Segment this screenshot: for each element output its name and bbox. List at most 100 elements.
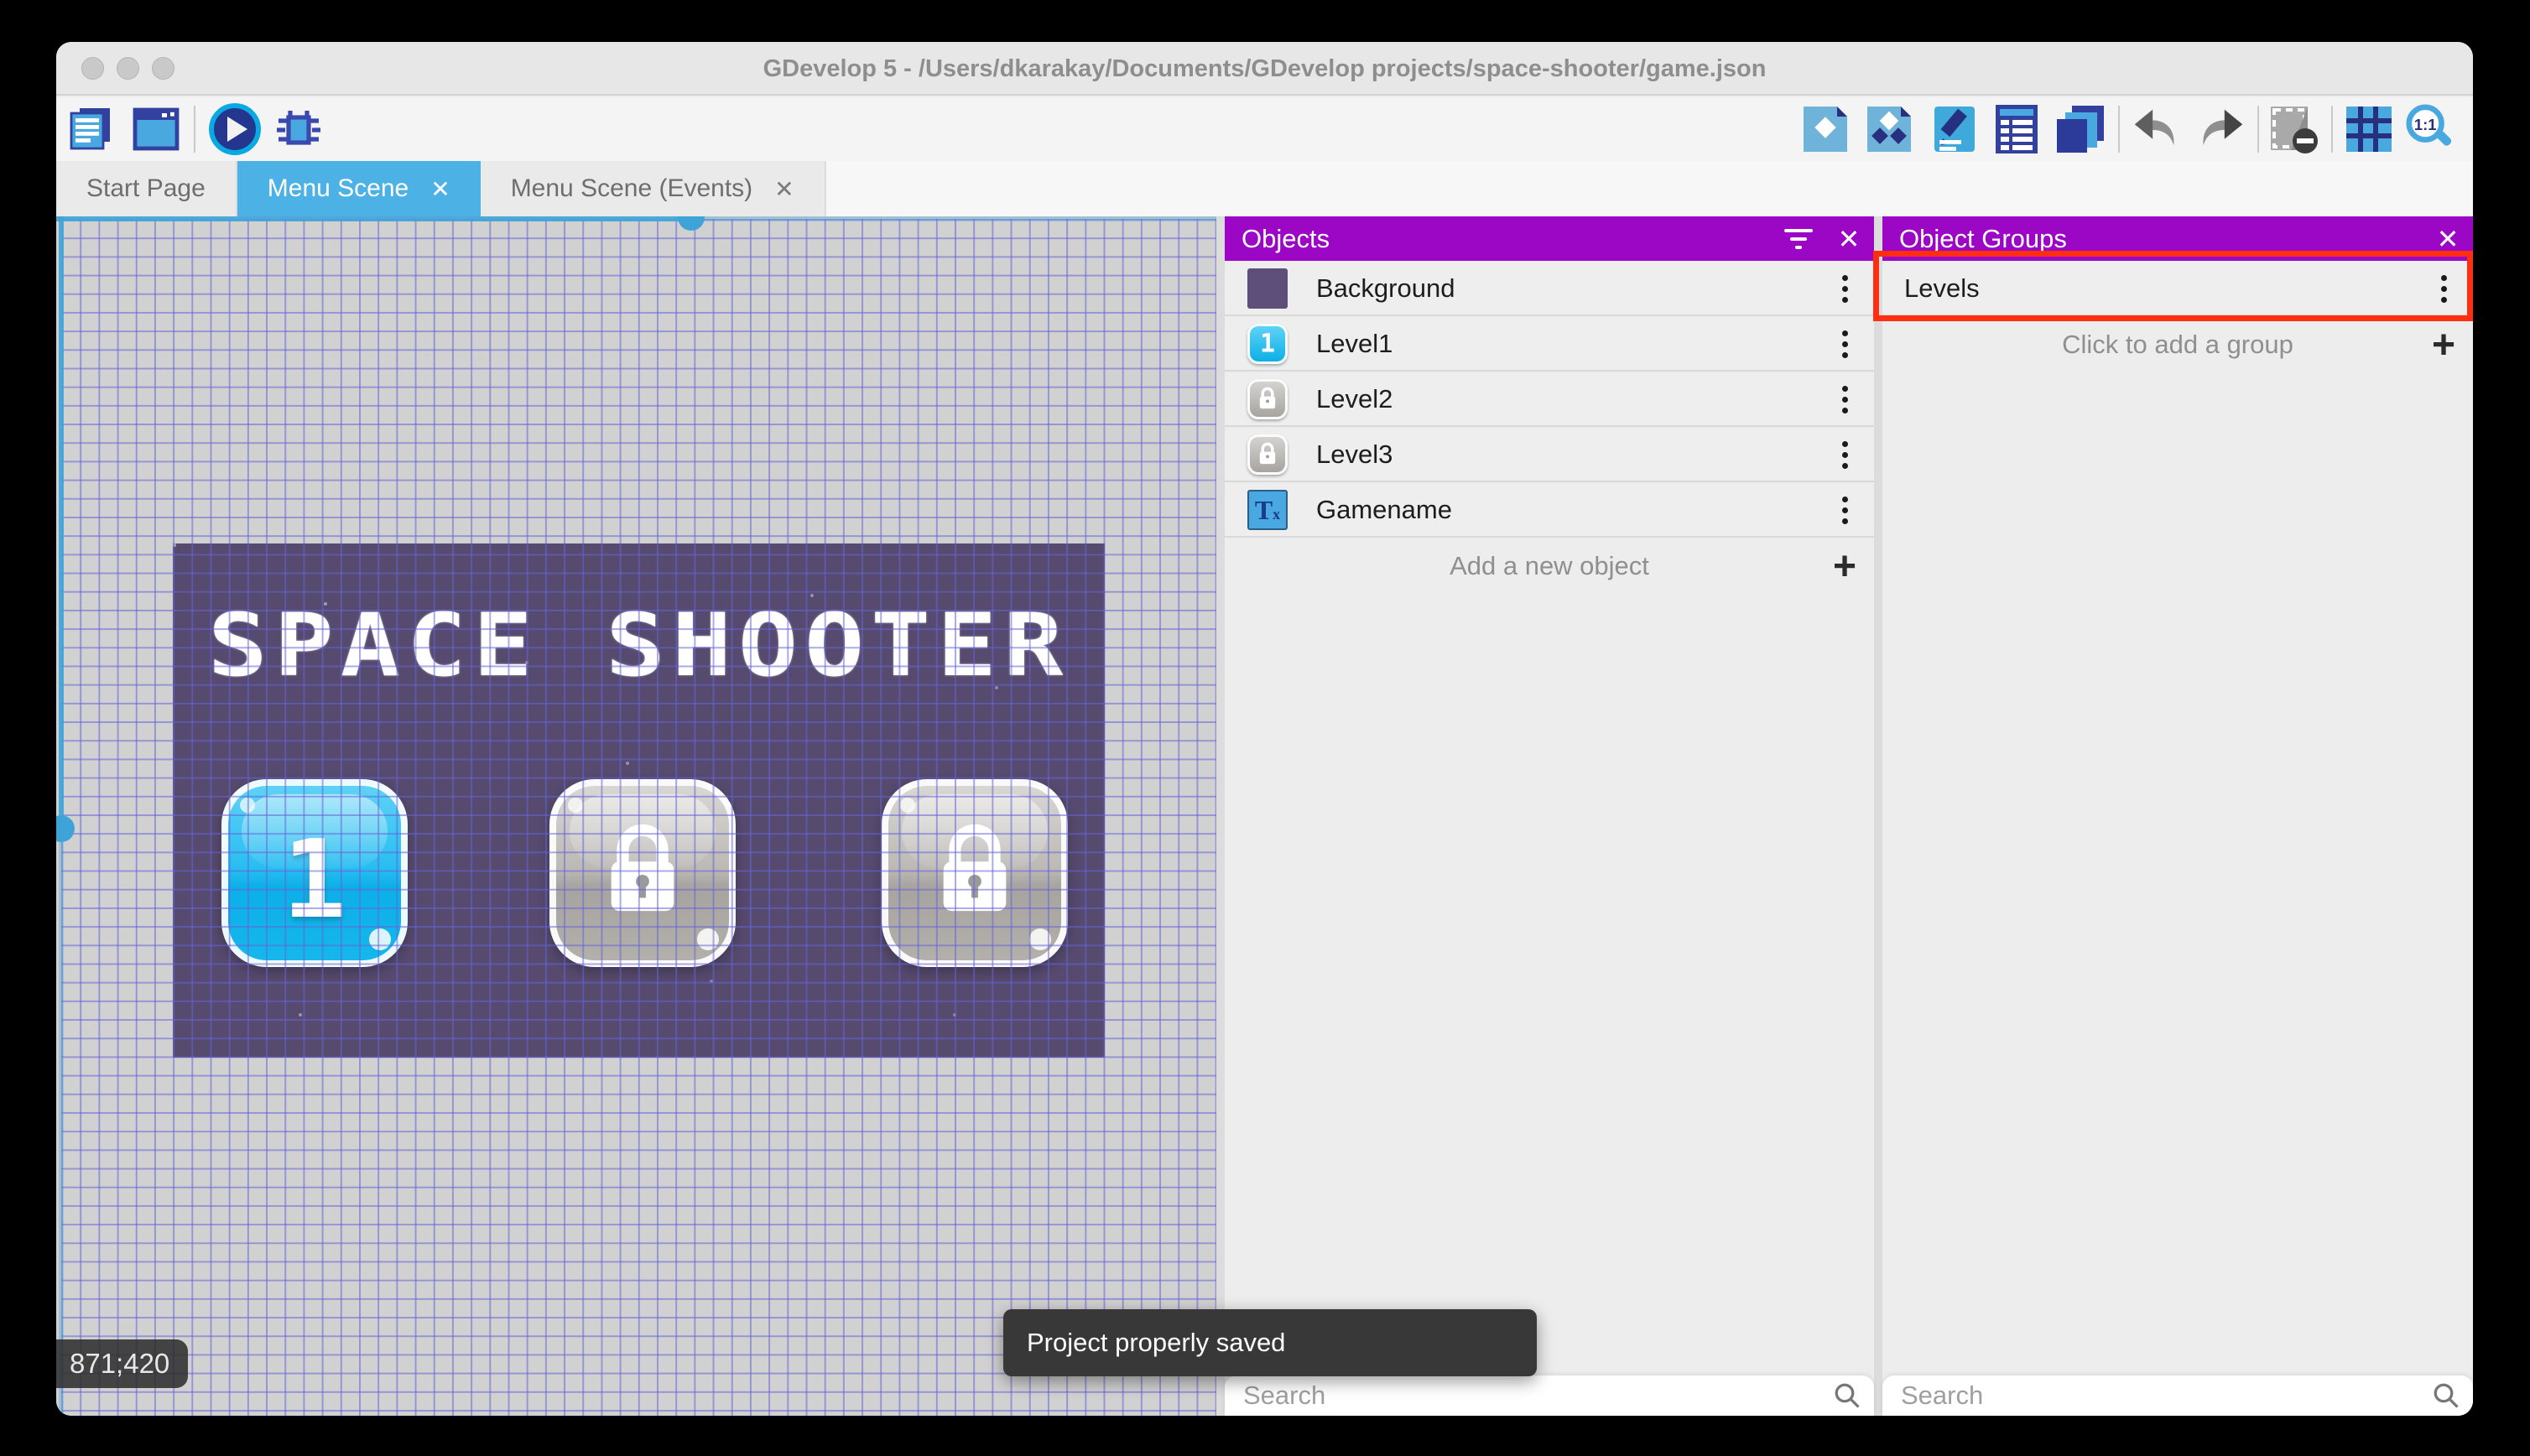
toolbar-divider <box>2257 106 2259 153</box>
svg-text:1:1: 1:1 <box>2414 116 2437 133</box>
background-object-instance[interactable]: SPACE SHOOTER 1 <box>173 543 1105 1058</box>
object-groups-panel-icon[interactable] <box>1863 102 1915 156</box>
add-object-row[interactable]: Add a new object + <box>1225 539 1874 593</box>
scene-editor-canvas[interactable]: SPACE SHOOTER 1 871;420 <box>56 216 1216 1416</box>
object-row-level2[interactable]: Level2 <box>1225 373 1874 427</box>
tab-menu-scene-events[interactable]: Menu Scene (Events) ✕ <box>480 161 826 216</box>
objects-panel-icon[interactable] <box>1799 102 1851 156</box>
close-tab-icon[interactable]: ✕ <box>774 175 794 203</box>
properties-panel-icon[interactable] <box>1929 102 1981 156</box>
object-row-gamename[interactable]: Tx Gamename <box>1225 484 1874 538</box>
toolbar-divider <box>2118 106 2120 153</box>
level1-button-instance[interactable]: 1 <box>221 779 408 967</box>
object-row-level3[interactable]: Level3 <box>1225 429 1874 482</box>
object-row-background[interactable]: Background <box>1225 263 1874 316</box>
scene-editor-icon[interactable] <box>130 102 182 156</box>
button-highlight-dot <box>1029 928 1051 950</box>
project-manager-icon[interactable] <box>66 102 118 156</box>
objects-panel-header: Objects ✕ <box>1225 216 1874 261</box>
vertical-scrollbar[interactable] <box>59 216 64 828</box>
save-toast: Project properly saved <box>1003 1309 1537 1376</box>
kebab-menu-icon[interactable] <box>2414 274 2473 303</box>
close-panel-icon[interactable]: ✕ <box>2423 216 2473 261</box>
objects-panel: Objects ✕ Background 1 Level1 Level2 Lev… <box>1225 216 1874 1416</box>
object-row-level1[interactable]: 1 Level1 <box>1225 318 1874 372</box>
panel-title: Objects <box>1242 223 1330 253</box>
button-highlight-dot <box>900 798 915 813</box>
object-groups-panel-header: Object Groups ✕ <box>1882 216 2473 261</box>
object-label: Level1 <box>1316 329 1393 358</box>
filter-icon[interactable] <box>1773 216 1824 261</box>
toolbar-divider <box>2331 106 2333 153</box>
tab-bar-filler <box>825 161 2473 216</box>
lock-icon <box>943 824 1007 912</box>
object-label: Level2 <box>1316 384 1393 413</box>
panel-title: Object Groups <box>1899 223 2067 253</box>
kebab-menu-icon[interactable] <box>1815 496 1874 524</box>
objects-search-input[interactable] <box>1225 1381 1820 1411</box>
horizontal-scrollbar[interactable] <box>56 216 690 221</box>
search-icon[interactable] <box>1820 1381 1874 1411</box>
vertical-scrollbar-track[interactable] <box>59 828 64 1416</box>
tab-start-page[interactable]: Start Page <box>56 161 237 216</box>
search-icon[interactable] <box>2419 1381 2473 1411</box>
button-highlight-dot <box>240 798 255 813</box>
scene-title-text[interactable]: SPACE SHOOTER <box>173 594 1105 695</box>
vertical-scrollbar-knob[interactable] <box>56 815 75 842</box>
object-label: Gamename <box>1316 495 1452 524</box>
toolbar-divider <box>194 106 195 153</box>
object-thumbnail: 1 <box>1247 324 1288 364</box>
groups-search-input[interactable] <box>1882 1381 2419 1411</box>
tab-label: Start Page <box>86 174 206 202</box>
instances-list-panel-icon[interactable] <box>1991 102 2043 156</box>
preview-play-icon[interactable] <box>209 102 261 156</box>
horizontal-scrollbar-knob[interactable] <box>678 216 705 231</box>
object-thumbnail <box>1247 434 1288 475</box>
title-bar: GDevelop 5 - /Users/dkarakay/Documents/G… <box>56 42 2473 96</box>
redo-icon[interactable] <box>2195 102 2247 156</box>
tab-label: Menu Scene (Events) <box>510 174 753 202</box>
undo-icon[interactable] <box>2130 102 2182 156</box>
kebab-menu-icon[interactable] <box>1815 274 1874 303</box>
toast-message: Project properly saved <box>1027 1328 1286 1357</box>
level2-locked-button-instance[interactable] <box>549 779 736 967</box>
tab-menu-scene[interactable]: Menu Scene ✕ <box>237 161 481 216</box>
object-thumbnail <box>1247 379 1288 419</box>
cursor-coordinates-badge: 871;420 <box>56 1339 189 1388</box>
close-panel-icon[interactable]: ✕ <box>1824 216 1874 261</box>
kebab-menu-icon[interactable] <box>1815 385 1874 413</box>
layers-panel-icon[interactable] <box>2054 102 2106 156</box>
add-object-label: Add a new object <box>1450 551 1649 580</box>
plus-icon[interactable]: + <box>1815 543 1874 590</box>
plus-icon[interactable]: + <box>2414 322 2473 368</box>
add-group-label: Click to add a group <box>2062 330 2293 359</box>
object-thumbnail: Tx <box>1247 490 1288 530</box>
panel-divider[interactable] <box>1874 216 1882 1416</box>
zoom-one-to-one-icon[interactable]: 1:1 <box>2403 102 2455 156</box>
object-label: Level3 <box>1316 439 1393 469</box>
button-highlight-dot <box>697 928 719 950</box>
group-row-levels[interactable]: Levels <box>1882 263 2473 316</box>
kebab-menu-icon[interactable] <box>1815 440 1874 469</box>
panel-divider[interactable] <box>1216 216 1225 1416</box>
toggle-grid-icon[interactable] <box>2343 102 2395 156</box>
close-tab-icon[interactable]: ✕ <box>430 175 450 203</box>
gdevelop-window: GDevelop 5 - /Users/dkarakay/Documents/G… <box>56 42 2473 1416</box>
kebab-menu-icon[interactable] <box>1815 330 1874 358</box>
lock-icon <box>611 824 674 912</box>
object-groups-panel: Object Groups ✕ Levels Click to add a gr… <box>1882 216 2473 1416</box>
toggle-mask-icon[interactable] <box>2267 102 2319 156</box>
window-title: GDevelop 5 - /Users/dkarakay/Documents/G… <box>763 55 1767 82</box>
objects-search-bar <box>1225 1375 1874 1416</box>
toolbar: 1:1 <box>56 97 2473 161</box>
level-number: 1 <box>282 818 347 943</box>
add-group-row[interactable]: Click to add a group + <box>1882 318 2473 372</box>
level3-locked-button-instance[interactable] <box>882 779 1068 967</box>
debug-icon[interactable] <box>273 102 325 156</box>
group-label: Levels <box>1904 273 1980 303</box>
star-decoration <box>173 543 176 547</box>
horizontal-scrollbar-track[interactable] <box>690 216 1216 221</box>
object-thumbnail <box>1247 268 1288 309</box>
tab-bar: Start Page Menu Scene ✕ Menu Scene (Even… <box>56 161 2473 216</box>
tab-label: Menu Scene <box>267 174 409 202</box>
